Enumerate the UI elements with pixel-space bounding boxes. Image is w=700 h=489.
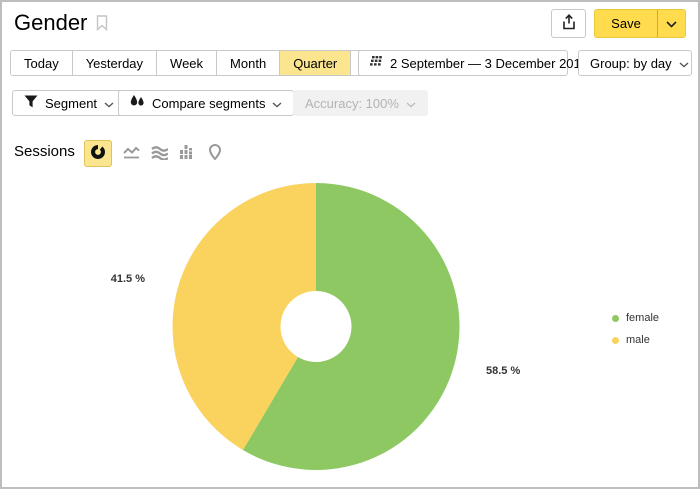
segment-button[interactable]: Segment [12,90,126,116]
legend-dot-female [612,315,619,322]
column-chart-icon [179,145,195,163]
donut-chart-type-button[interactable] [84,140,112,167]
date-range-button[interactable]: 2 September — 3 December 2015 [358,50,568,76]
page-title: Gender [14,10,87,36]
save-split-button: Save [594,9,686,38]
gender-donut-chart: 41.5 % 58.5 % female male [2,170,698,485]
column-chart-type-button[interactable] [178,140,196,167]
chevron-down-icon [406,96,416,111]
metrica-report-window: Gender Save TodayYesterdayWeekMonthQuart… [0,0,700,489]
group-by-label: Group: by day [590,56,672,71]
header: Gender [14,10,108,36]
line-chart-icon [123,145,140,163]
accuracy-label: Accuracy: 100% [305,96,399,111]
date-range-label: 2 September — 3 December 2015 [390,56,588,71]
chevron-down-icon [666,16,677,31]
two-drops-icon [130,95,145,111]
period-tabs: TodayYesterdayWeekMonthQuarterYear [10,50,405,76]
map-chart-type-button[interactable] [206,140,224,167]
period-tab-today[interactable]: Today [11,51,73,75]
donut-chart-icon [90,144,106,163]
line-chart-type-button[interactable] [122,140,140,167]
stacked-area-chart-icon [151,145,168,163]
female-slice-label: 58.5 % [486,365,520,377]
save-button[interactable]: Save [595,10,657,37]
period-tab-quarter[interactable]: Quarter [280,51,351,75]
filter-funnel-icon [24,95,38,111]
compare-segments-label: Compare segments [152,96,265,111]
chevron-down-icon [104,96,114,111]
chevron-down-icon [272,96,282,111]
legend-label-female: female [626,312,659,324]
legend-item-male[interactable]: male [612,329,659,351]
sessions-label: Sessions [14,143,75,160]
compare-segments-button[interactable]: Compare segments [118,90,294,116]
chart-legend: female male [612,307,659,351]
stacked-area-chart-type-button[interactable] [150,140,168,167]
period-tab-week[interactable]: Week [157,51,217,75]
segment-label: Segment [45,96,97,111]
legend-dot-male [612,337,619,344]
group-by-button[interactable]: Group: by day [578,50,692,76]
chart-type-switcher [84,140,224,167]
male-slice-label: 41.5 % [103,273,145,285]
map-pin-icon [208,144,222,163]
calendar-grid-icon [370,56,383,71]
accuracy-button: Accuracy: 100% [293,90,428,116]
bookmark-icon[interactable] [96,15,108,36]
legend-item-female[interactable]: female [612,307,659,329]
period-tab-yesterday[interactable]: Yesterday [73,51,157,75]
legend-label-male: male [626,334,650,346]
export-tray-arrow-icon [561,14,577,34]
chevron-down-icon [679,56,689,71]
export-button[interactable] [551,9,586,38]
period-tab-month[interactable]: Month [217,51,280,75]
save-dropdown-button[interactable] [657,10,685,37]
